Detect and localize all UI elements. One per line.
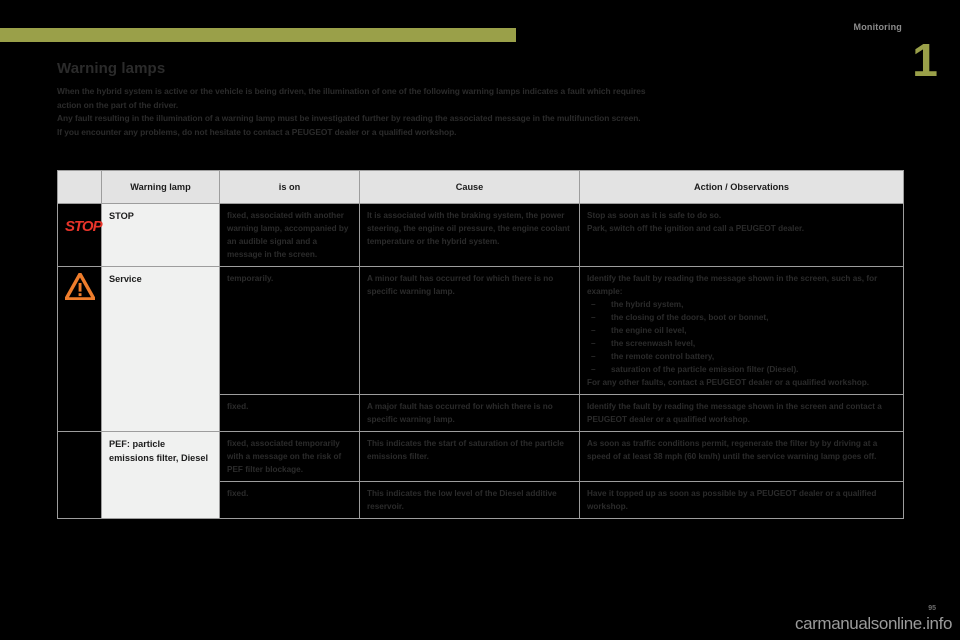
list-item: – the engine oil level, (587, 324, 896, 337)
table-header-row: Warning lamp is on Cause Action / Observ… (57, 170, 904, 204)
action-intro: Identify the fault by reading the messag… (587, 274, 878, 296)
site-watermark: carmanualsonline.info (795, 614, 952, 633)
intro-line-2: action on the part of the driver. (57, 99, 179, 110)
pef-icon-cell (57, 431, 102, 519)
list-item: – the hybrid system, (587, 298, 896, 311)
intro-text: When the hybrid system is active or the … (57, 85, 903, 139)
lamp-cause: This indicates the start of saturation o… (359, 431, 580, 482)
page-number: 95 (928, 605, 936, 612)
lamp-is-on: fixed, associated temporarily with a mes… (219, 431, 360, 482)
list-item-label: the remote control battery, (611, 352, 715, 361)
table-row: PEF: particle emissions filter, Diesel f… (57, 431, 904, 519)
chapter-number-badge: 1 (912, 34, 938, 86)
column-header-icon (57, 170, 102, 204)
chapter-title: Monitoring (853, 22, 902, 32)
dash-bullet-icon: – (591, 365, 596, 374)
lamp-action: Stop as soon as it is safe to do so. Par… (579, 203, 904, 267)
lamp-name: PEF: particle emissions filter, Diesel (101, 431, 220, 519)
intro-line-4: If you encounter any problems, do not he… (57, 126, 457, 137)
action-outro: For any other faults, contact a PEUGEOT … (587, 378, 870, 387)
lamp-name: STOP (101, 203, 220, 267)
dash-bullet-icon: – (591, 339, 596, 348)
intro-line-3: Any fault resulting in the illumination … (57, 113, 641, 123)
table-row: Service temporarily. A minor fault has o… (57, 266, 904, 432)
list-item-label: the hybrid system, (611, 300, 684, 309)
service-warning-triangle-icon (57, 266, 102, 432)
list-item-label: saturation of the particle emission filt… (611, 365, 799, 374)
list-item-label: the closing of the doors, boot or bonnet… (611, 313, 769, 322)
lamp-action: Have it topped up as soon as possible by… (579, 481, 904, 519)
action-line: Stop as soon as it is safe to do so. Par… (587, 211, 805, 233)
page-content: Warning lamps When the hybrid system is … (57, 60, 903, 139)
column-header-is-on: is on (219, 170, 360, 204)
dash-bullet-icon: – (591, 352, 596, 361)
lamp-action: Identify the fault by reading the messag… (579, 266, 904, 395)
list-item: – the closing of the doors, boot or bonne… (587, 311, 896, 324)
lamp-is-on: fixed, associated with another warning l… (219, 203, 360, 267)
lamp-action: Identify the fault by reading the messag… (579, 394, 904, 432)
lamp-cause: A major fault has occurred for which the… (359, 394, 580, 432)
list-item-label: the engine oil level, (611, 326, 687, 335)
list-item: – the remote control battery, (587, 350, 896, 363)
manual-page: Monitoring 1 Warning lamps When the hybr… (0, 0, 960, 640)
warning-triangle-svg (65, 273, 95, 300)
lamp-cause: It is associated with the braking system… (359, 203, 580, 267)
column-header-warning-lamp: Warning lamp (101, 170, 220, 204)
lamp-is-on: fixed. (219, 394, 360, 432)
page-title: Warning lamps (57, 60, 166, 77)
action-bullet-list: – the hybrid system, – the closing of the … (587, 298, 896, 376)
column-header-action: Action / Observations (579, 170, 904, 204)
table-row: STOP STOP fixed, associated with another… (57, 203, 904, 267)
lamp-action: As soon as traffic conditions permit, re… (579, 431, 904, 482)
stop-icon-label: STOP (65, 218, 103, 235)
column-header-cause: Cause (359, 170, 580, 204)
list-item: – saturation of the particle emission fil… (587, 363, 896, 376)
dash-bullet-icon: – (591, 313, 596, 322)
warning-lamps-table: Warning lamp is on Cause Action / Observ… (57, 170, 904, 519)
olive-accent-bar (0, 28, 516, 42)
stop-warning-icon: STOP (57, 203, 103, 267)
list-item: – the screenwash level, (587, 337, 896, 350)
lamp-name: Service (101, 266, 220, 432)
lamp-is-on: temporarily. (219, 266, 360, 395)
list-item-label: the screenwash level, (611, 339, 696, 348)
lamp-cause: A minor fault has occurred for which the… (359, 266, 580, 395)
dash-bullet-icon: – (591, 300, 596, 309)
lamp-is-on: fixed. (219, 481, 360, 519)
lamp-cause: This indicates the low level of the Dies… (359, 481, 580, 519)
intro-line-1: When the hybrid system is active or the … (57, 86, 646, 96)
dash-bullet-icon: – (591, 326, 596, 335)
